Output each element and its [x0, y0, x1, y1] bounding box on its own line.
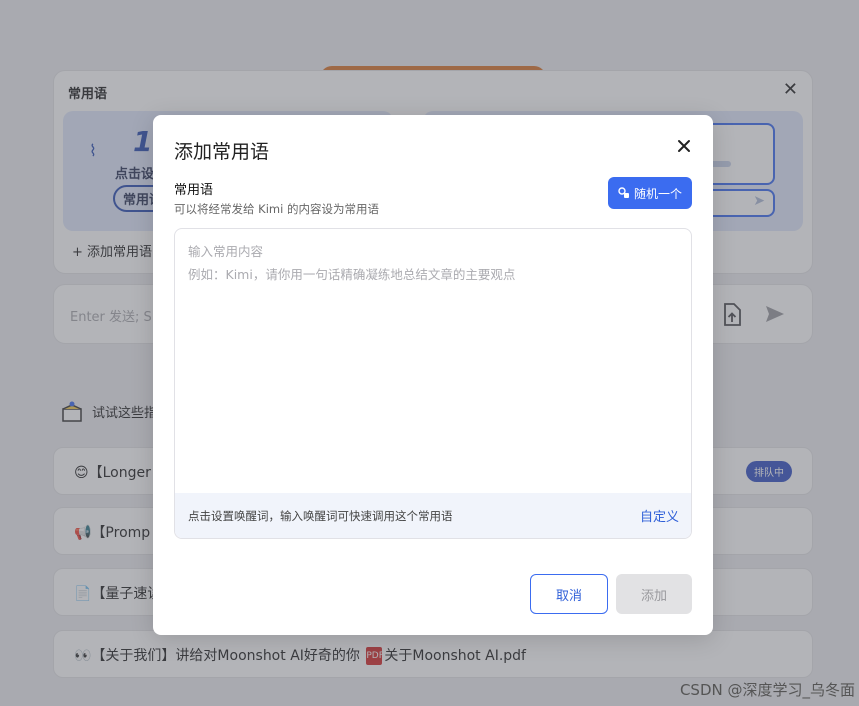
add-phrase-dialog: 添加常用语 常用语 可以将经常发给 Kimi 的内容设为常用语 随机一个 输入常… — [153, 115, 713, 635]
cancel-button[interactable]: 取消 — [530, 574, 608, 614]
add-button[interactable]: 添加 — [616, 574, 692, 614]
field-description: 可以将经常发给 Kimi 的内容设为常用语 — [174, 202, 379, 216]
phrase-content-field: 输入常用内容 例如：Kimi，请你用一句话精确凝练地总结文章的主要观点 点击设置… — [174, 228, 692, 539]
field-label: 常用语 — [174, 183, 214, 198]
customize-wake-word-link[interactable]: 自定义 — [640, 506, 679, 525]
watermark: CSDN @深度学习_乌冬面 — [679, 681, 855, 699]
wake-word-hint: 点击设置唤醒词，输入唤醒词可快速调用这个常用语 — [188, 509, 453, 523]
phrase-content-input[interactable] — [175, 229, 691, 495]
dialog-title: 添加常用语 — [174, 141, 270, 163]
shuffle-icon — [618, 187, 629, 198]
random-phrase-label: 随机一个 — [633, 186, 682, 201]
close-icon[interactable] — [675, 137, 693, 155]
random-phrase-button[interactable]: 随机一个 — [608, 177, 692, 209]
wake-word-bar: 点击设置唤醒词，输入唤醒词可快速调用这个常用语 自定义 — [175, 493, 691, 538]
